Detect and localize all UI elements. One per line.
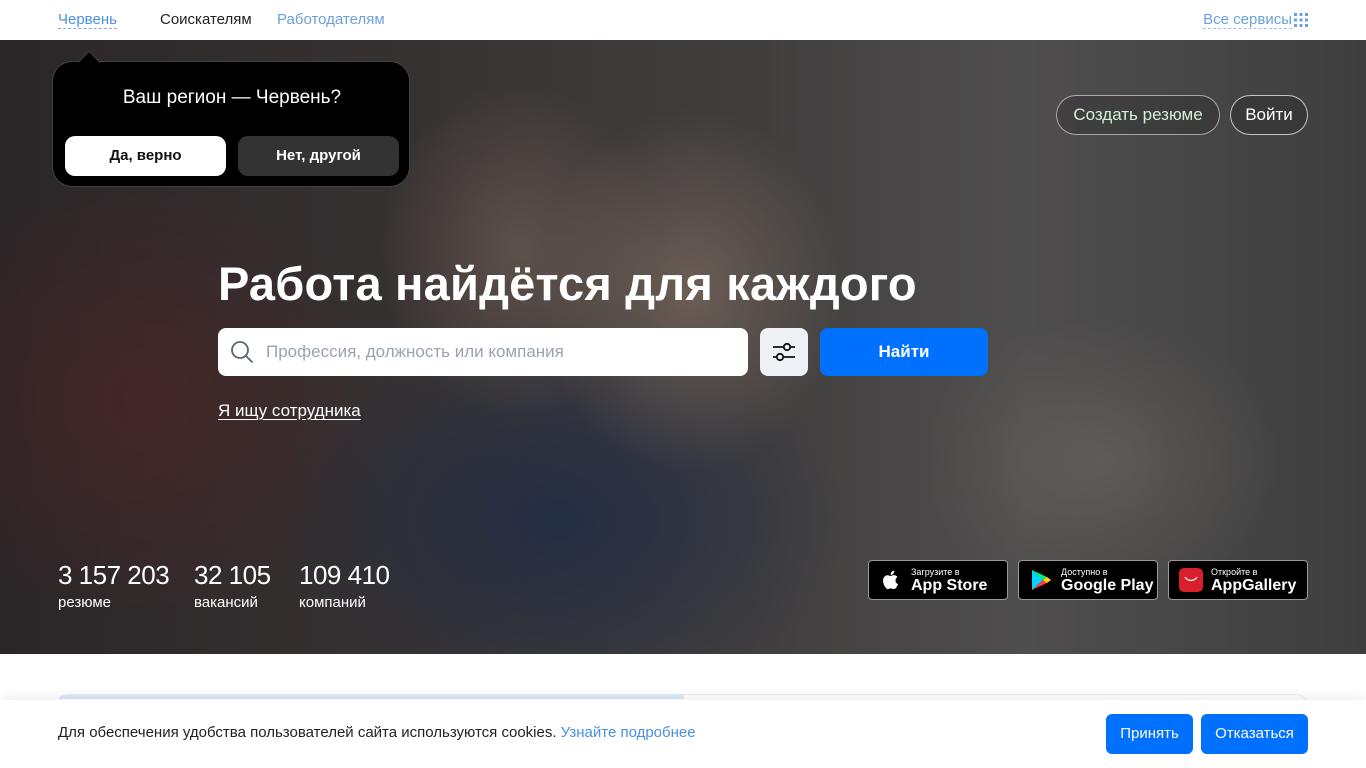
cookie-accept-button[interactable]: Принять <box>1106 714 1193 754</box>
badge-caption: Доступно в <box>1061 567 1108 577</box>
badge-title: Google Play <box>1061 577 1154 594</box>
google-play-badge[interactable]: Доступно в Google Play <box>1018 560 1158 600</box>
apple-icon <box>883 570 898 590</box>
all-services-link[interactable]: Все сервисы <box>1203 11 1292 29</box>
badge-title: App Store <box>911 577 988 594</box>
stat-label: вакансий <box>194 594 258 611</box>
badge-title: AppGallery <box>1211 577 1297 594</box>
nav-seekers[interactable]: Соискателям <box>160 11 252 28</box>
top-bar: Червень Соискателям Работодателям Все се… <box>0 0 1366 40</box>
region-link[interactable]: Червень <box>58 11 117 29</box>
app-store-badge[interactable]: Загрузите в App Store <box>868 560 1008 600</box>
employer-link[interactable]: Я ищу сотрудника <box>218 401 361 421</box>
stat-vacancies: 32 105 вакансий <box>194 559 271 613</box>
search-input[interactable] <box>266 328 736 376</box>
region-confirm-popup: Ваш регион — Червень? Да, верно Нет, дру… <box>52 50 410 187</box>
badge-caption: Загрузите в <box>911 567 960 577</box>
grid-icon[interactable] <box>1294 13 1308 27</box>
badge-caption: Откройте в <box>1211 567 1258 577</box>
stat-value: 32 105 <box>194 560 271 590</box>
app-gallery-badge[interactable]: Откройте в AppGallery <box>1168 560 1308 600</box>
google-play-icon <box>1032 570 1051 590</box>
huawei-icon <box>1179 568 1203 592</box>
stat-label: компаний <box>299 594 366 611</box>
filters-icon <box>773 342 795 362</box>
cookie-message: Для обеспечения удобства пользователей с… <box>58 724 561 741</box>
find-button[interactable]: Найти <box>820 328 988 376</box>
stat-resumes: 3 157 203 резюме <box>58 559 170 613</box>
stat-value: 3 157 203 <box>58 560 170 590</box>
cookie-more-link[interactable]: Узнайте подробнее <box>561 724 696 741</box>
cookie-decline-button[interactable]: Отказаться <box>1201 714 1308 754</box>
stat-companies: 109 410 компаний <box>299 559 390 613</box>
advanced-search-button[interactable] <box>760 328 808 376</box>
cookie-text: Для обеспечения удобства пользователей с… <box>58 724 696 741</box>
stat-value: 109 410 <box>299 560 390 590</box>
region-question: Ваш регион — Червень? <box>122 87 342 108</box>
create-resume-button[interactable]: Создать резюме <box>1056 95 1220 135</box>
stat-label: резюме <box>58 594 111 611</box>
search-box <box>218 328 748 376</box>
nav-employers[interactable]: Работодателям <box>277 11 385 28</box>
cookie-banner: Для обеспечения удобства пользователей с… <box>0 700 1366 768</box>
card-strip <box>59 695 684 699</box>
region-no-button[interactable]: Нет, другой <box>238 136 399 176</box>
region-yes-button[interactable]: Да, верно <box>65 136 226 176</box>
login-button[interactable]: Войти <box>1230 95 1308 135</box>
page-title: Работа найдётся для каждого <box>218 257 917 310</box>
search-icon <box>231 341 253 363</box>
